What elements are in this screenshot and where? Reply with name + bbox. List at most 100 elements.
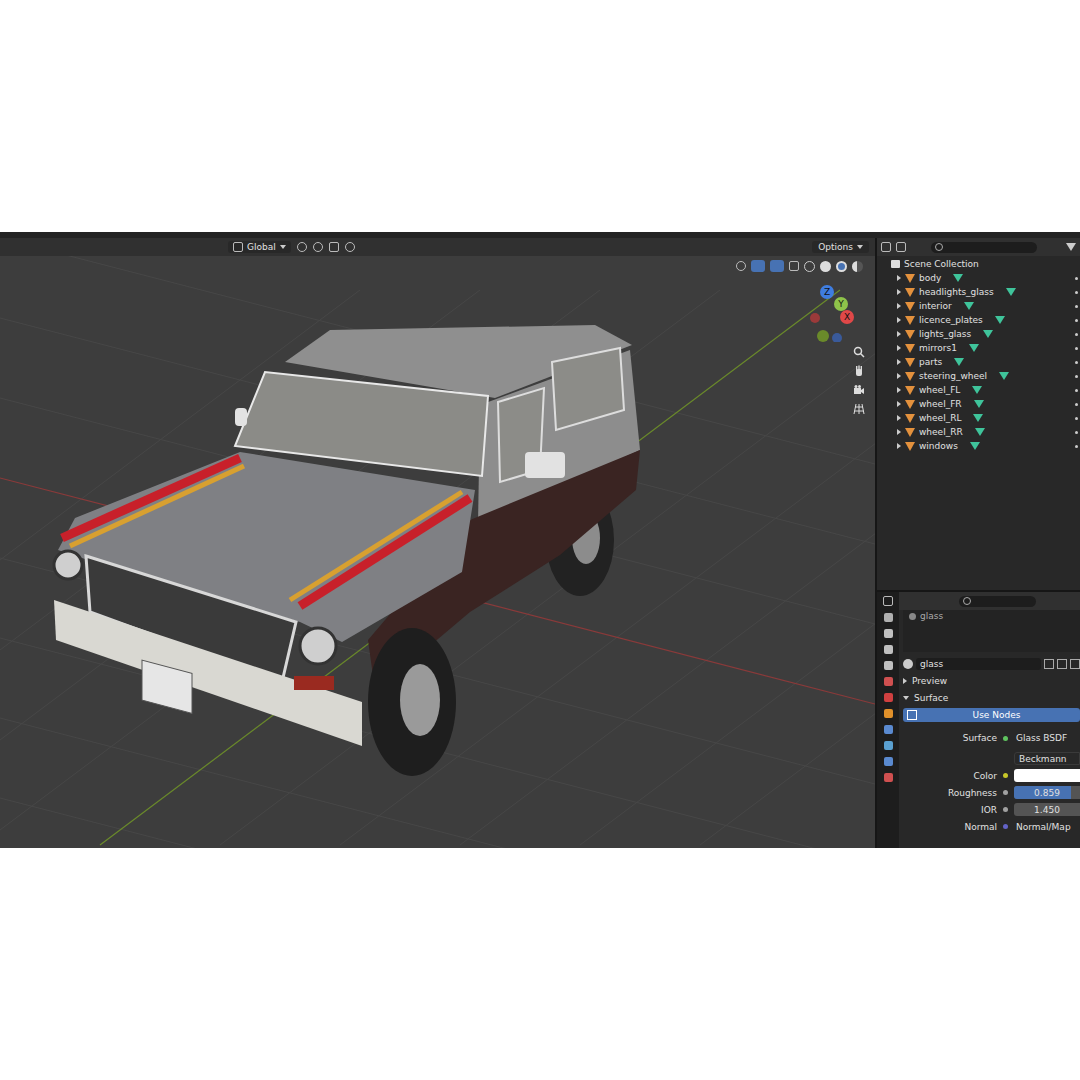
output-tab-icon[interactable] (884, 645, 893, 654)
snap-target-icon[interactable] (329, 242, 339, 252)
display-mode-icon[interactable] (896, 242, 906, 252)
y-handle[interactable] (834, 297, 848, 311)
car-model[interactable] (54, 325, 640, 776)
proportional-icon[interactable] (345, 242, 355, 252)
outliner-item[interactable]: parts (877, 355, 1080, 369)
outliner-item[interactable]: body (877, 271, 1080, 285)
overlay-toggle-icon[interactable] (770, 260, 784, 272)
disclosure-icon[interactable] (897, 289, 901, 295)
roughness-slider[interactable]: 0.859 (1014, 786, 1080, 799)
distribution-dropdown[interactable]: Beckmann (1014, 752, 1080, 765)
material-browse-icon[interactable] (903, 659, 913, 669)
disclosure-icon[interactable] (897, 331, 901, 337)
outliner-search[interactable] (931, 242, 1037, 253)
socket-icon[interactable] (1003, 756, 1008, 761)
neg-x-handle[interactable] (810, 313, 820, 323)
object-tab-icon[interactable] (884, 709, 893, 718)
3d-viewport[interactable]: ZYX (0, 256, 875, 848)
visibility-dot-icon[interactable] (1075, 361, 1078, 364)
socket-icon[interactable] (1003, 790, 1008, 795)
material-tab-icon[interactable] (884, 773, 893, 782)
editor-type-icon[interactable] (883, 596, 893, 606)
xray-icon[interactable] (789, 261, 799, 271)
fake-user-icon[interactable] (1044, 659, 1054, 669)
properties-search[interactable] (959, 596, 1036, 607)
panel-header[interactable]: Surface (899, 689, 1080, 706)
visibility-dot-icon[interactable] (1075, 403, 1078, 406)
visibility-dot-icon[interactable] (1075, 375, 1078, 378)
outliner-item[interactable]: lights_glass (877, 327, 1080, 341)
outliner-item[interactable]: headlights_glass (877, 285, 1080, 299)
navigation-gizmo[interactable]: ZYX (803, 282, 863, 342)
physics-tab-icon[interactable] (884, 757, 893, 766)
unlink-icon[interactable] (1070, 659, 1080, 669)
neg-z-handle[interactable] (832, 333, 842, 342)
orientation-dropdown[interactable]: Global (228, 241, 291, 253)
hand-icon[interactable] (851, 363, 867, 379)
outliner-item[interactable]: windows (877, 439, 1080, 453)
disclosure-icon[interactable] (897, 387, 901, 393)
tool-tab-icon[interactable] (884, 613, 893, 622)
options-button[interactable]: Options (812, 241, 869, 253)
rendered-icon[interactable] (852, 261, 863, 272)
modifier-tab-icon[interactable] (884, 725, 893, 734)
disclosure-icon[interactable] (897, 443, 901, 449)
world-tab-icon[interactable] (884, 693, 893, 702)
snap-icon[interactable] (313, 242, 323, 252)
outliner-item[interactable]: wheel_RL (877, 411, 1080, 425)
material-slot[interactable]: glass (903, 610, 1080, 622)
editor-type-icon[interactable] (881, 242, 891, 252)
disclosure-icon[interactable] (897, 415, 901, 421)
disclosure-icon[interactable] (897, 345, 901, 351)
x-handle[interactable] (840, 310, 854, 324)
shader-field[interactable]: Glass BSDF (1014, 732, 1080, 745)
visibility-dot-icon[interactable] (1075, 277, 1078, 280)
outliner-item[interactable]: steering_wheel (877, 369, 1080, 383)
camera-icon[interactable] (851, 382, 867, 398)
color-swatch[interactable] (1014, 769, 1080, 782)
socket-icon[interactable] (1003, 736, 1008, 741)
visibility-dot-icon[interactable] (1075, 305, 1078, 308)
outliner-item[interactable]: wheel_FR (877, 397, 1080, 411)
particles-tab-icon[interactable] (884, 741, 893, 750)
visibility-dot-icon[interactable] (1075, 431, 1078, 434)
wireframe-icon[interactable] (804, 261, 815, 272)
duplicate-icon[interactable] (1057, 659, 1067, 669)
material-name-field[interactable]: glass (916, 658, 1041, 670)
disclosure-icon[interactable] (897, 317, 901, 323)
filter-icon[interactable] (1066, 243, 1076, 251)
gizmo-toggle-icon[interactable] (751, 260, 765, 272)
material-preview-icon[interactable] (836, 261, 847, 272)
shader-field[interactable]: Normal/Map (1014, 820, 1080, 833)
outliner-item[interactable]: wheel_RR (877, 425, 1080, 439)
visibility-dot-icon[interactable] (1075, 389, 1078, 392)
grid-icon[interactable] (851, 401, 867, 417)
panel-header[interactable]: Preview (899, 672, 1080, 689)
disclosure-icon[interactable] (897, 359, 901, 365)
zoom-icon[interactable] (851, 344, 867, 360)
ior-field[interactable]: 1.450 (1014, 803, 1080, 816)
render-tab-icon[interactable] (884, 629, 893, 638)
scene-tab-icon[interactable] (884, 677, 893, 686)
visibility-dot-icon[interactable] (1075, 291, 1078, 294)
pivot-icon[interactable] (297, 242, 307, 252)
visibility-dot-icon[interactable] (1075, 417, 1078, 420)
scene-collection-row[interactable]: Scene Collection (877, 257, 1080, 271)
visibility-icon[interactable] (736, 261, 746, 271)
outliner-item[interactable]: mirrors1 (877, 341, 1080, 355)
solid-icon[interactable] (820, 261, 831, 272)
socket-icon[interactable] (1003, 807, 1008, 812)
socket-icon[interactable] (1003, 773, 1008, 778)
visibility-dot-icon[interactable] (1075, 445, 1078, 448)
view-layer-tab-icon[interactable] (884, 661, 893, 670)
socket-icon[interactable] (1003, 824, 1008, 829)
use-nodes-button[interactable]: Use Nodes (903, 708, 1080, 722)
z-handle[interactable] (820, 285, 834, 299)
neg-y-handle[interactable] (817, 330, 829, 342)
outliner-item[interactable]: wheel_FL (877, 383, 1080, 397)
disclosure-icon[interactable] (897, 275, 901, 281)
disclosure-icon[interactable] (897, 429, 901, 435)
visibility-dot-icon[interactable] (1075, 333, 1078, 336)
outliner-item[interactable]: licence_plates (877, 313, 1080, 327)
scene-canvas[interactable] (0, 256, 875, 848)
